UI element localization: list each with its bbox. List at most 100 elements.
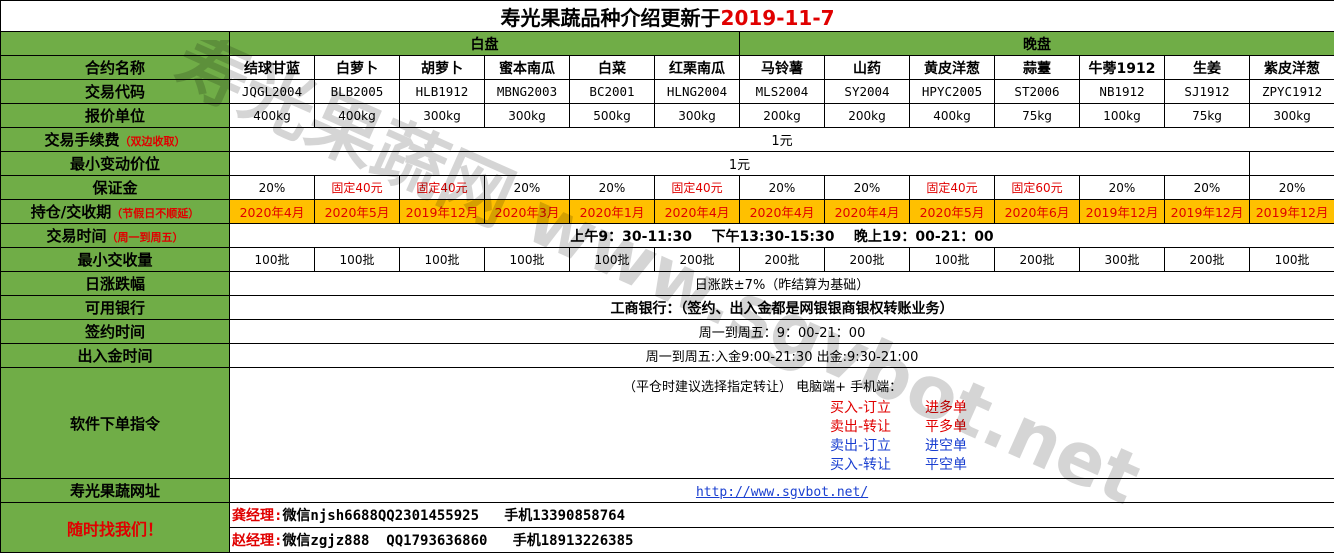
min-lot-value: 100批	[485, 248, 570, 272]
trade-code-row: 交易代码 JQGL2004 BLB2005 HLB1912 MBNG2003 B…	[1, 80, 1334, 104]
delivery-period: 2020年6月	[995, 200, 1080, 224]
row-label: 软件下单指令	[1, 368, 230, 479]
margin-value: 20%	[570, 176, 655, 200]
product-code: NB1912	[1080, 80, 1165, 104]
delivery-period: 2019年12月	[400, 200, 485, 224]
margin-value: 20%	[1250, 176, 1334, 200]
order-action: 卖出-转让	[830, 416, 925, 436]
order-action: 买入-转让	[830, 454, 925, 474]
limit-row: 日涨跌幅 日涨跌±7%（昨结算为基础）	[1, 272, 1334, 296]
product-name: 牛蒡1912	[1080, 56, 1165, 80]
row-label: 签约时间	[1, 320, 230, 344]
trade-time-row: 交易时间（周一到周五） 上午9：30-11:30 下午13:30-15:30 晚…	[1, 224, 1334, 248]
min-lot-value: 100批	[1250, 248, 1334, 272]
delivery-period: 2020年1月	[570, 200, 655, 224]
contact-line: 赵经理:微信zgjz888 QQ1793636860 手机18913226385	[230, 528, 1334, 553]
title-text: 寿光果蔬品种介绍更新于	[501, 6, 721, 30]
margin-value: 固定40元	[655, 176, 740, 200]
product-name: 白菜	[570, 56, 655, 80]
row-label: 保证金	[1, 176, 230, 200]
product-code: BLB2005	[315, 80, 400, 104]
contact-info: 微信zgjz888 QQ1793636860 手机18913226385	[282, 533, 633, 549]
quote-unit: 200kg	[740, 104, 825, 128]
product-name: 蒜薹	[995, 56, 1080, 80]
product-name: 马铃薯	[740, 56, 825, 80]
quote-unit: 500kg	[570, 104, 655, 128]
order-result: 进空单	[925, 438, 967, 454]
row-label: 报价单位	[1, 104, 230, 128]
product-name: 生姜	[1165, 56, 1250, 80]
quote-unit: 400kg	[230, 104, 315, 128]
product-code: MBNG2003	[485, 80, 570, 104]
day-session-header: 白盘	[230, 32, 740, 56]
contract-name-row: 合约名称 结球甘蓝 白萝卜 胡萝卜 蜜本南瓜 白菜 红栗南瓜 马铃薯 山药 黄皮…	[1, 56, 1334, 80]
title-date: 2019-11-7	[721, 6, 835, 30]
quote-unit: 75kg	[995, 104, 1080, 128]
quote-unit: 400kg	[910, 104, 995, 128]
fee-value: 1元	[230, 128, 1334, 152]
quote-unit-row: 报价单位 400kg 400kg 300kg 300kg 500kg 300kg…	[1, 104, 1334, 128]
delivery-period: 2020年4月	[655, 200, 740, 224]
sign-time-value: 周一到周五：9：00-21：00	[230, 320, 1334, 344]
margin-row: 保证金 20% 固定40元 固定40元 20% 20% 固定40元 20% 20…	[1, 176, 1334, 200]
row-label: 寿光果蔬网址	[1, 479, 230, 503]
contact-line: 龚经理:微信njsh6688QQ2301455925 手机13390858764	[230, 503, 1334, 528]
row-label: 最小变动价位	[1, 152, 230, 176]
margin-value: 20%	[825, 176, 910, 200]
product-name: 白萝卜	[315, 56, 400, 80]
product-name: 红栗南瓜	[655, 56, 740, 80]
product-table: 寿光果蔬品种介绍更新于2019-11-7 白盘 晚盘 合约名称 结球甘蓝 白萝卜…	[0, 0, 1334, 553]
row-label: 最小交收量	[1, 248, 230, 272]
fee-label: 交易手续费	[44, 131, 119, 149]
bank-row: 可用银行 工商银行：（签约、出入金都是网银银商银权转账业务）	[1, 296, 1334, 320]
funds-time-row: 出入金时间 周一到周五:入金9:00-21:30 出金:9:30-21:00	[1, 344, 1334, 368]
delivery-period: 2020年4月	[740, 200, 825, 224]
row-label: 合约名称	[1, 56, 230, 80]
delivery-period: 2019年12月	[1165, 200, 1250, 224]
min-lot-value: 100批	[400, 248, 485, 272]
fee-note: （双边收取）	[120, 135, 186, 148]
min-lot-value: 100批	[570, 248, 655, 272]
quote-unit: 300kg	[485, 104, 570, 128]
min-lot-value: 100批	[910, 248, 995, 272]
funds-time-value: 周一到周五:入金9:00-21:30 出金:9:30-21:00	[230, 344, 1334, 368]
row-label: 交易时间（周一到周五）	[1, 224, 230, 248]
bank-value: 工商银行：（签约、出入金都是网银银商银权转账业务）	[230, 296, 1334, 320]
quote-unit: 300kg	[1250, 104, 1334, 128]
instructions-box: （平仓时建议选择指定转让） 电脑端+ 手机端： 买入-订立进多单 卖出-转让平多…	[230, 368, 1334, 478]
min-lot-row: 最小交收量 100批 100批 100批 100批 100批 200批 200批…	[1, 248, 1334, 272]
empty-cell	[1250, 152, 1334, 176]
order-line: 买入-转让平空单	[830, 454, 967, 474]
margin-value: 20%	[230, 176, 315, 200]
margin-value: 20%	[1165, 176, 1250, 200]
order-action: 买入-订立	[830, 397, 925, 417]
sign-time-row: 签约时间 周一到周五：9：00-21：00	[1, 320, 1334, 344]
min-lot-value: 200批	[655, 248, 740, 272]
product-code: BC2001	[570, 80, 655, 104]
row-label: 出入金时间	[1, 344, 230, 368]
order-instructions: （平仓时建议选择指定转让） 电脑端+ 手机端： 买入-订立进多单 卖出-转让平多…	[230, 368, 1334, 479]
spreadsheet: 寿光果蔬品种介绍更新于2019-11-7 白盘 晚盘 合约名称 结球甘蓝 白萝卜…	[0, 0, 1334, 551]
margin-value: 20%	[1080, 176, 1165, 200]
call-us-label: 随时找我们！	[1, 503, 230, 553]
instructions-head: （平仓时建议选择指定转让） 电脑端+ 手机端：	[623, 376, 902, 395]
delivery-period: 2020年5月	[910, 200, 995, 224]
website-cell: http://www.sgvbot.net/	[230, 479, 1334, 503]
min-lot-value: 200批	[1165, 248, 1250, 272]
delivery-period: 2020年5月	[315, 200, 400, 224]
product-code: HLB1912	[400, 80, 485, 104]
row-label: 交易代码	[1, 80, 230, 104]
min-lot-value: 200批	[740, 248, 825, 272]
delivery-row: 持仓/交收期（节假日不顺延） 2020年4月 2020年5月 2019年12月 …	[1, 200, 1334, 224]
title-row: 寿光果蔬品种介绍更新于2019-11-7	[1, 1, 1334, 32]
product-code: ST2006	[995, 80, 1080, 104]
contact-info: 微信njsh6688QQ2301455925 手机13390858764	[282, 508, 625, 524]
product-name: 蜜本南瓜	[485, 56, 570, 80]
product-name: 结球甘蓝	[230, 56, 315, 80]
website-link[interactable]: http://www.sgvbot.net/	[696, 485, 868, 500]
order-cmd-row: 软件下单指令 （平仓时建议选择指定转让） 电脑端+ 手机端： 买入-订立进多单 …	[1, 368, 1334, 479]
order-line: 卖出-订立进空单	[830, 435, 967, 455]
min-lot-value: 200批	[995, 248, 1080, 272]
min-tick-value: 1元	[230, 152, 1250, 176]
margin-value: 固定60元	[995, 176, 1080, 200]
